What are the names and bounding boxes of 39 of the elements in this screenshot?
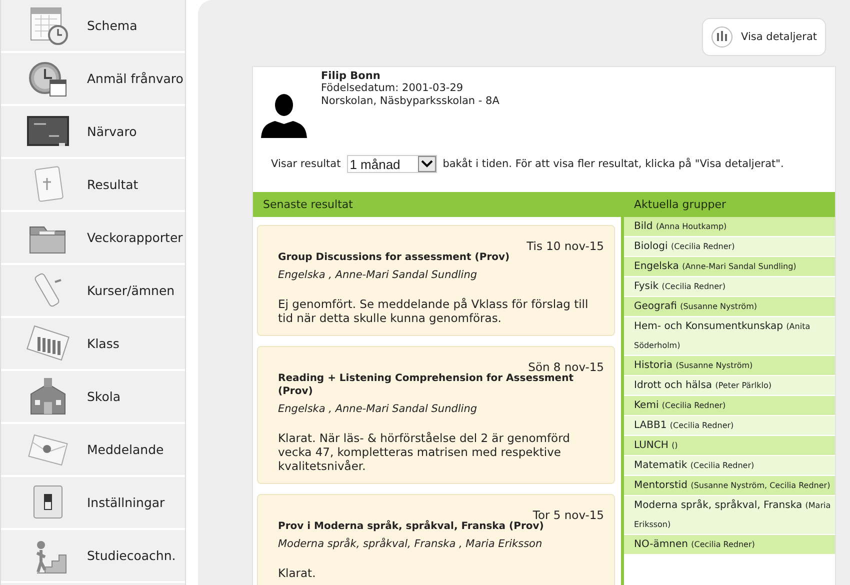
group-item[interactable]: Geografi (Susanne Nyström) — [624, 297, 835, 317]
school-class: Norskolan, Näsbyparksskolan - 8A — [321, 95, 500, 108]
group-item[interactable]: Historia (Susanne Nyström) — [624, 356, 835, 376]
bar-chart-icon — [711, 26, 734, 48]
show-details-button[interactable]: Visa detaljerat — [702, 18, 826, 56]
result-title: Prov i Moderna språk, språkval, Franska (Prov) — [278, 520, 545, 533]
group-item[interactable]: Biologi (Cecilia Redner) — [624, 237, 835, 257]
results-heading: Senaste resultat — [253, 192, 621, 217]
group-item[interactable]: LABB1 (Cecilia Redner) — [624, 416, 835, 436]
result-subject: Moderna språk, språkval, Franska , Maria Eriksson — [278, 538, 544, 550]
group-item[interactable]: Matematik (Cecilia Redner) — [624, 456, 835, 476]
result-comment: Klarat. När läs- & hörförståelse del 2 är genomförd vecka 47, kompletteras matrisen med respektive kvalitetsnivåer. — [278, 431, 571, 473]
period-dropdown[interactable]: 1 månad — [346, 155, 437, 173]
result-date: Tis 10 nov-15 — [526, 239, 604, 253]
result-title: Group Discussions for assessment (Prov) — [278, 251, 511, 264]
group-item[interactable]: Hem- och Konsumentkunskap (Anita Söderholm) — [624, 317, 835, 356]
group-item[interactable]: Mentorstid (Susanne Nyström, Cecilia Redner) — [624, 476, 835, 496]
result-subject: Engelska , Anne-Mari Sandal Sundling — [278, 403, 478, 415]
group-item[interactable]: Fysik (Cecilia Redner) — [624, 277, 835, 297]
group-item[interactable]: Moderna språk, språkval, Franska (Maria Eriksson) — [624, 496, 835, 535]
group-item[interactable]: NO-ämnen (Cecilia Redner) — [624, 535, 835, 555]
birth-date: Födelsedatum: 2001-03-29 — [321, 82, 464, 95]
person-silhouette-icon — [261, 92, 307, 138]
student-name: Filip Bonn — [321, 70, 382, 82]
filter-label: Visar resultat — [271, 158, 341, 170]
groups-heading: Aktuella grupper — [621, 192, 835, 217]
group-item[interactable]: Engelska (Anne-Mari Sandal Sundling) — [624, 257, 835, 277]
result-date: Sön 8 nov-15 — [528, 360, 604, 374]
result-title: Reading + Listening Comprehension for Assessment (Prov) — [278, 372, 574, 398]
group-item[interactable]: Kemi (Cecilia Redner) — [624, 396, 835, 416]
group-item[interactable]: Bild (Anna Houtkamp) — [624, 217, 835, 237]
group-item[interactable]: Idrott och hälsa (Peter Pärlklo) — [624, 376, 835, 396]
group-item[interactable]: LUNCH () — [624, 436, 835, 456]
result-comment: Klarat. — [278, 566, 317, 580]
result-subject: Engelska , Anne-Mari Sandal Sundling — [278, 269, 478, 281]
filter-hint: bakåt i tiden. För att visa fler resultat, klicka på "Visa detaljerat". — [442, 158, 784, 170]
result-date: Tor 5 nov-15 — [532, 508, 604, 522]
result-comment: Ej genomfört. Se meddelande på Vklass för förslag till tid när detta skulle kunna genomföras. — [278, 297, 590, 325]
caret-icon — [418, 156, 436, 172]
